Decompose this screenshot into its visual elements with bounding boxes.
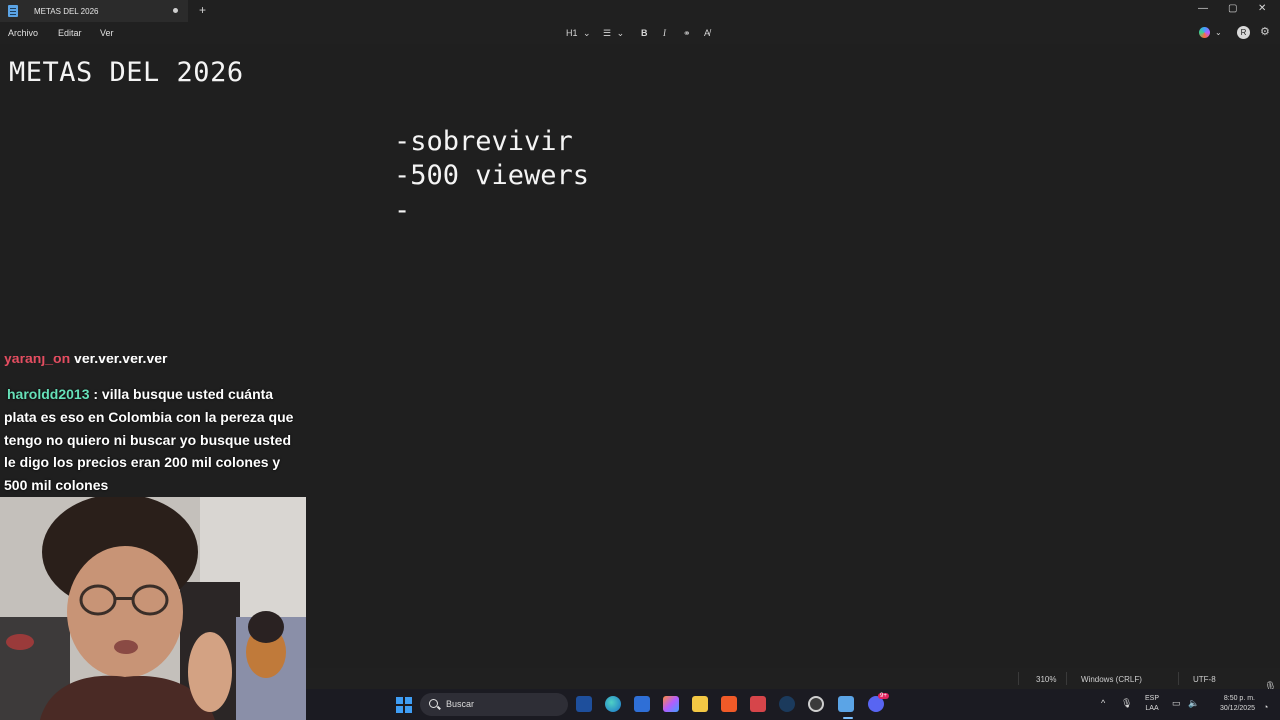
notification-bell-icon[interactable]: ◔	[1263, 702, 1268, 712]
title-bar: METAS DEL 2026 + — ▢ ✕	[0, 0, 1280, 22]
search-icon	[429, 699, 438, 708]
copilot-icon[interactable]	[1199, 27, 1210, 38]
windows-taskbar: Buscar 9+ ^ 🎙 ESP LAA ▭ 🔈 8:50 p. m. 30/…	[306, 689, 1280, 720]
microphone-icon[interactable]: 🎙	[1121, 698, 1132, 709]
chat-username: haroldd2013	[7, 386, 90, 402]
clock-date: 30/12/2025	[1219, 705, 1255, 712]
chat-username: yarahj_on	[4, 356, 71, 366]
stream-chat-overlay: yarahj_on ver.ver.ver.ver haroldd2013 : …	[0, 356, 306, 497]
italic-button[interactable]: I	[663, 28, 666, 38]
file-explorer-icon[interactable]	[692, 696, 708, 712]
volume-icon[interactable]: 🔈	[1188, 698, 1199, 709]
minimize-button[interactable]: —	[1198, 3, 1208, 14]
menu-bar: Archivo Editar Ver H1 ⌄ ☰ ⌄ B I ⚭ A̸	[0, 22, 1280, 44]
tab-title: METAS DEL 2026	[34, 6, 99, 16]
notepad-taskbar-icon[interactable]	[838, 696, 854, 712]
screen: METAS DEL 2026 + — ▢ ✕ Archivo Editar Ve…	[0, 0, 1280, 720]
language-indicator[interactable]: ESP LAA	[1145, 694, 1159, 714]
steam-icon[interactable]	[779, 696, 795, 712]
notepad-icon	[8, 5, 18, 17]
unsaved-dot-icon[interactable]	[173, 8, 178, 13]
heading-label: H1	[566, 28, 578, 38]
store-icon[interactable]	[634, 696, 650, 712]
zoom-level[interactable]: 310%	[1036, 675, 1056, 684]
close-button[interactable]: ✕	[1258, 3, 1266, 14]
network-icon[interactable]: ▭	[1172, 698, 1181, 709]
menu-editar[interactable]: Editar	[58, 28, 82, 38]
chat-message: haroldd2013 : villa busque usted cuánta …	[4, 383, 304, 497]
tab-metas-del-2026[interactable]: METAS DEL 2026	[0, 0, 188, 22]
document-heading: METAS DEL 2026	[9, 57, 244, 88]
chevron-down-icon: ⌄	[583, 28, 591, 38]
obs-icon[interactable]	[808, 696, 824, 712]
active-app-indicator	[843, 717, 853, 719]
chevron-up-icon[interactable]: ^	[1101, 698, 1105, 708]
status-divider	[1066, 672, 1067, 685]
profile-avatar[interactable]: R	[1237, 26, 1250, 39]
link-button[interactable]: ⚭	[683, 28, 691, 39]
menu-archivo[interactable]: Archivo	[8, 28, 38, 38]
previous-chat-message: yarahj_on ver.ver.ver.ver	[4, 356, 167, 366]
taskbar-search-box[interactable]: Buscar	[420, 693, 568, 716]
brave-icon[interactable]	[721, 696, 737, 712]
game-launcher-icon[interactable]	[750, 696, 766, 712]
new-tab-button[interactable]: +	[199, 3, 206, 17]
status-bar: 310% Windows (CRLF) UTF-8	[306, 668, 1280, 689]
chevron-down-icon: ⌄	[616, 28, 625, 38]
clear-formatting-button[interactable]: A̸	[704, 28, 710, 38]
menu-ver[interactable]: Ver	[100, 28, 114, 38]
copilot-icon[interactable]	[663, 696, 679, 712]
webcam-person-image	[0, 497, 306, 720]
edge-icon[interactable]	[605, 696, 621, 712]
search-placeholder: Buscar	[446, 699, 475, 709]
status-divider	[1178, 672, 1179, 685]
language-code: ESP	[1145, 695, 1160, 702]
keyboard-layout: LAA	[1145, 705, 1159, 712]
bold-button[interactable]: B	[641, 28, 648, 38]
webcam-feed	[0, 497, 306, 720]
windows-start-icon[interactable]	[396, 697, 412, 713]
copilot-taskbar-icon[interactable]	[576, 696, 592, 712]
clock-time: 8:50 p. m.	[1223, 695, 1255, 702]
chat-text: ver.ver.ver.ver	[74, 356, 168, 366]
list-icon: ☰	[603, 28, 612, 38]
goal-line: -500 viewers	[394, 160, 590, 191]
status-divider	[1018, 672, 1019, 685]
encoding[interactable]: UTF-8	[1193, 675, 1216, 684]
list-dropdown[interactable]: ☰ ⌄	[603, 28, 624, 39]
notification-badge: 9+	[878, 693, 889, 699]
chat-text: : villa busque usted cuánta plata es eso…	[4, 386, 294, 494]
maximize-button[interactable]: ▢	[1228, 3, 1237, 14]
goal-line: -	[394, 195, 411, 226]
system-clock[interactable]: 8:50 p. m. 30/12/2025	[1209, 694, 1255, 714]
line-ending[interactable]: Windows (CRLF)	[1081, 675, 1142, 684]
goal-line: -sobrevivir	[394, 126, 573, 157]
gear-icon[interactable]: ⚙	[1260, 25, 1270, 38]
heading-dropdown[interactable]: H1 ⌄	[566, 28, 591, 39]
chevron-down-icon[interactable]: ⌄	[1215, 28, 1222, 37]
